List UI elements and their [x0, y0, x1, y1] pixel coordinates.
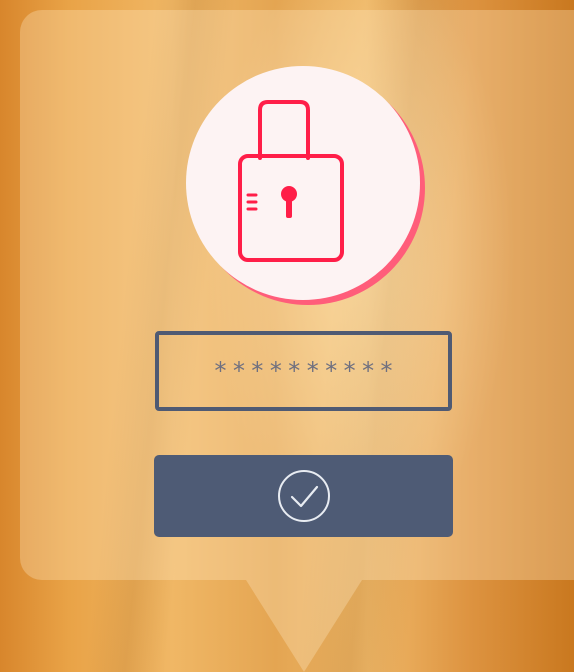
checkmark-circle-icon — [277, 470, 330, 522]
submit-button[interactable] — [154, 455, 453, 537]
padlock-icon — [238, 100, 344, 262]
password-input[interactable]: ********** — [155, 331, 452, 411]
password-mask-text: ********** — [213, 357, 398, 385]
lock-badge — [186, 66, 420, 300]
speech-bubble-tail — [246, 580, 362, 672]
